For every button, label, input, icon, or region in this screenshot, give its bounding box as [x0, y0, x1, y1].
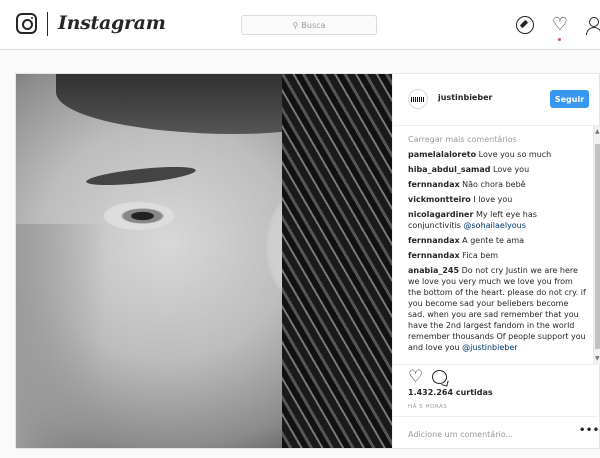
top-navbar: Instagram ⚲ Busca ♡: [0, 0, 600, 50]
comment-item: vickmontteiro I love you: [408, 194, 586, 205]
comment-text: Não chora bebê: [462, 180, 526, 189]
comment-username[interactable]: vickmontteiro: [408, 195, 471, 204]
post-actions: ♡ 1.432.264 curtidas HÁ 5 HORAS: [393, 364, 600, 410]
comment-username[interactable]: pamelalaloreto: [408, 150, 476, 159]
scrollbar-thumb[interactable]: [595, 144, 600, 349]
follow-button[interactable]: Seguir: [550, 90, 589, 108]
comment-username[interactable]: fernnandax: [408, 236, 460, 245]
avatar[interactable]: [408, 89, 428, 109]
comment-mention-link[interactable]: @justinbieber: [462, 343, 517, 352]
comment-item: hiba_abdul_samad Love you: [408, 164, 586, 175]
comment-username[interactable]: fernnandax: [408, 251, 460, 260]
photo-background-pattern: [282, 74, 392, 448]
comment-text: Fica bem: [462, 251, 499, 260]
post-username[interactable]: justinbieber: [438, 93, 492, 102]
instagram-camera-icon[interactable]: [16, 13, 37, 34]
add-comment-input[interactable]: [408, 427, 568, 441]
comment-text: I love you: [473, 195, 513, 204]
comment-text: Love you: [493, 165, 530, 174]
post-timestamp[interactable]: HÁ 5 HORAS: [408, 404, 447, 410]
instagram-wordmark[interactable]: Instagram: [58, 12, 166, 34]
person-icon[interactable]: [585, 16, 600, 35]
search-icon: ⚲: [292, 20, 299, 30]
comment-item: fernnandax Fica bem: [408, 250, 586, 261]
comment-username[interactable]: nicolagardiner: [408, 210, 473, 219]
post-header: justinbieber Seguir: [393, 74, 600, 126]
like-heart-icon[interactable]: ♡: [408, 367, 423, 387]
heart-icon[interactable]: ♡: [551, 16, 569, 34]
comment-text: Do not cry Justin we are here we love yo…: [408, 266, 586, 352]
more-options-icon[interactable]: •••: [579, 425, 600, 436]
notification-dot: [558, 38, 561, 41]
photo-brow: [85, 163, 197, 189]
post-card: justinbieber Seguir Carregar mais coment…: [15, 73, 600, 449]
post-sidebar: justinbieber Seguir Carregar mais coment…: [392, 74, 600, 448]
load-more-comments-link[interactable]: Carregar mais comentários: [408, 134, 586, 145]
comment-item: fernnandax A gente te ama: [408, 235, 586, 246]
comments-scrollbar[interactable]: ▲ ▼: [593, 126, 600, 364]
comment-text: Love you so much: [478, 150, 552, 159]
comment-username[interactable]: anabia_245: [408, 266, 459, 275]
search-placeholder: Busca: [301, 20, 326, 30]
comment-item: anabia_245 Do not cry Justin we are here…: [408, 265, 586, 353]
comment-mention-link[interactable]: @sohailaelyous: [464, 221, 526, 230]
likes-count[interactable]: 1.432.264 curtidas: [408, 388, 493, 397]
comment-bubble-icon[interactable]: [432, 370, 447, 384]
compass-icon[interactable]: [516, 16, 534, 34]
comments-list: Carregar mais comentários pamelalaloreto…: [393, 126, 600, 364]
photo-eye: [104, 202, 174, 230]
comment-item: pamelalaloreto Love you so much: [408, 149, 586, 160]
comment-username[interactable]: hiba_abdul_samad: [408, 165, 490, 174]
comment-item: fernnandax Não chora bebê: [408, 179, 586, 190]
photo-shade: [16, 224, 106, 448]
comment-item: nicolagardiner My left eye has conjuncti…: [408, 209, 586, 231]
comment-username[interactable]: fernnandax: [408, 180, 460, 189]
search-input[interactable]: ⚲ Busca: [241, 15, 377, 35]
logo-divider: [47, 12, 48, 36]
scroll-down-arrow-icon[interactable]: ▼: [595, 355, 600, 362]
post-photo[interactable]: [16, 74, 392, 448]
add-comment-bar: •••: [393, 416, 600, 448]
scroll-up-arrow-icon[interactable]: ▲: [595, 128, 600, 135]
comment-text: A gente te ama: [462, 236, 525, 245]
